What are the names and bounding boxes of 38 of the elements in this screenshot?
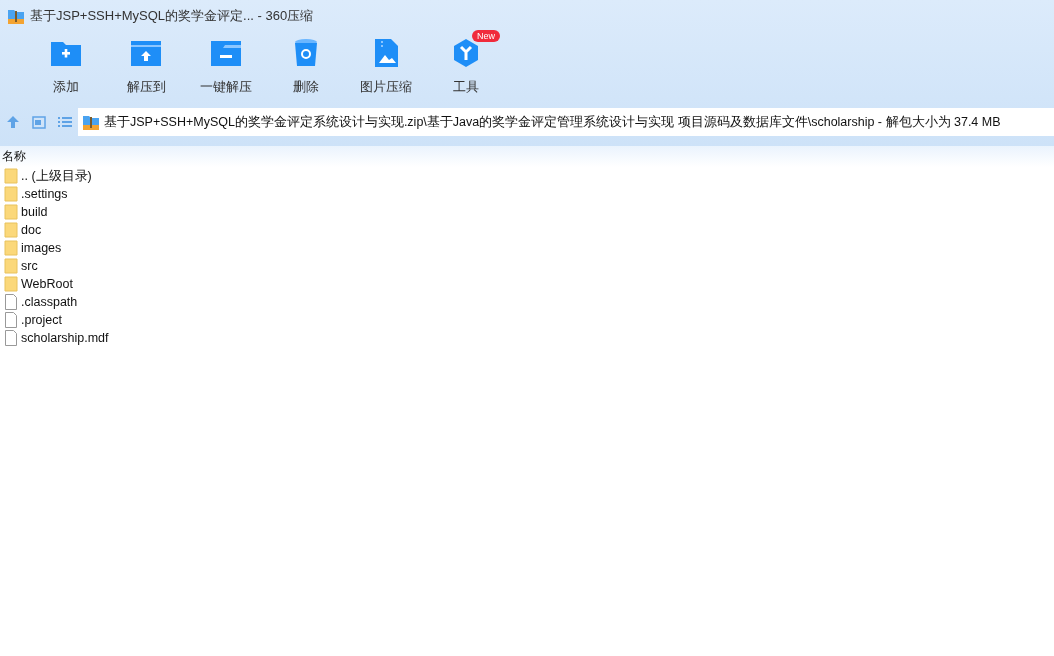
file-icon	[4, 312, 18, 328]
toolbar-button[interactable]: 删除	[266, 32, 346, 104]
folder-icon	[4, 186, 18, 202]
toolbar-button[interactable]: 一键解压	[186, 32, 266, 104]
folder-icon	[4, 240, 18, 256]
toolbar-button[interactable]: 添加	[26, 32, 106, 104]
file-name[interactable]: .. (上级目录)	[21, 167, 92, 185]
folder-icon	[4, 222, 18, 238]
archive-icon	[8, 8, 24, 24]
folder-icon	[4, 258, 18, 274]
file-name[interactable]: src	[21, 259, 38, 273]
toolbar-button[interactable]: New 工具	[426, 32, 506, 104]
folder-minus-icon	[209, 38, 243, 68]
file-name[interactable]: .project	[21, 313, 62, 327]
toolbar-button[interactable]: 图片压缩	[346, 32, 426, 104]
file-name[interactable]: scholarship.mdf	[21, 331, 109, 345]
archive-icon	[83, 114, 99, 130]
new-badge: New	[472, 30, 500, 42]
file-name[interactable]: WebRoot	[21, 277, 73, 291]
up-arrow-icon[interactable]	[6, 115, 20, 129]
folder-icon	[4, 204, 18, 220]
file-name[interactable]: build	[21, 205, 48, 219]
file-name[interactable]: images	[21, 241, 62, 255]
folder-upload-icon	[129, 38, 163, 68]
address-path: 基于JSP+SSH+MySQL的奖学金评定系统设计与实现.zip\基于Java的奖学金评定管理系统设计与实现 项目源码及数据库文件\scholarship - 解包大小为 37.4 MB	[104, 113, 1001, 131]
list-icon[interactable]	[58, 116, 72, 128]
view-icon[interactable]	[32, 115, 46, 129]
address-bar[interactable]: 基于JSP+SSH+MySQL的奖学金评定系统设计与实现.zip\基于Java的奖学金评定管理系统设计与实现 项目源码及数据库文件\scholarship - 解包大小为 37.4 MB	[78, 108, 1054, 136]
file-icon	[4, 330, 18, 346]
window-title: 基于JSP+SSH+MySQL的奖学金评定... - 360压缩	[30, 7, 314, 25]
file-icon	[4, 294, 18, 310]
toolbar-button[interactable]: 解压到	[106, 32, 186, 104]
file-name[interactable]: .classpath	[21, 295, 78, 309]
folder-icon	[4, 276, 18, 292]
file-name[interactable]: doc	[21, 223, 42, 237]
file-name[interactable]: .settings	[21, 187, 68, 201]
folder-icon	[4, 168, 18, 184]
column-header[interactable]: 名称	[2, 149, 26, 163]
